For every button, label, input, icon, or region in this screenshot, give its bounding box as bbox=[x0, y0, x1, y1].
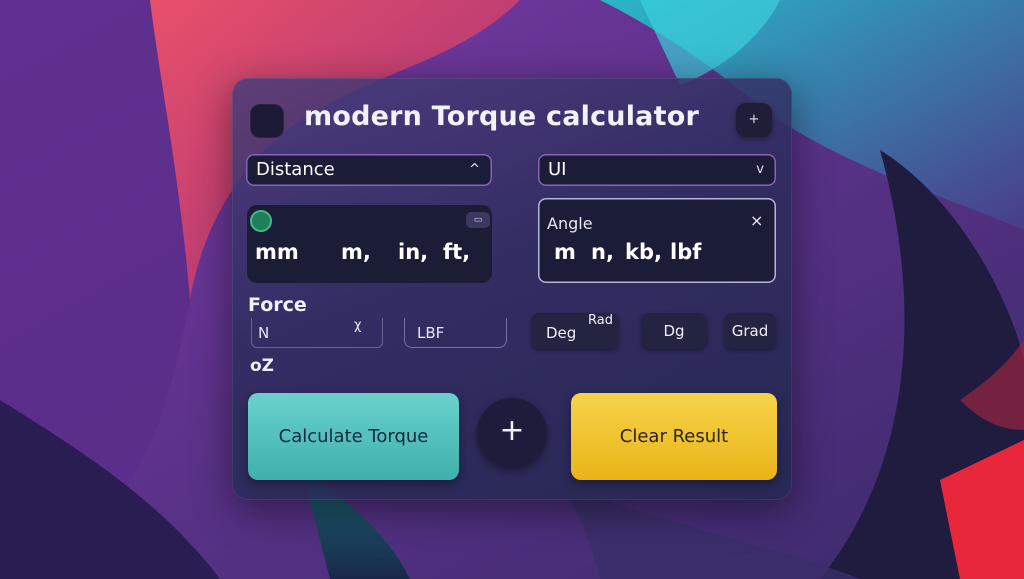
unit-option-oz[interactable]: oZ bbox=[250, 356, 274, 376]
angle-option-kb[interactable]: kb, bbox=[625, 240, 662, 264]
status-dot[interactable] bbox=[250, 210, 272, 232]
force-lbf-value: LBF bbox=[417, 324, 445, 342]
card-icon[interactable]: ▭ bbox=[466, 212, 490, 228]
chevron-up-icon: ^ bbox=[469, 162, 480, 177]
clear-result-button[interactable]: Clear Result bbox=[571, 393, 777, 480]
calculate-torque-button[interactable]: Calculate Torque bbox=[248, 393, 459, 480]
field-marker: χ bbox=[354, 318, 362, 333]
close-icon[interactable]: × bbox=[750, 211, 763, 230]
unit-option-mm[interactable]: mm bbox=[255, 240, 299, 264]
unit-option-m[interactable]: m, bbox=[341, 240, 371, 264]
angle-label: Angle bbox=[547, 214, 593, 233]
grad-button[interactable]: Grad bbox=[724, 313, 776, 349]
menu-button[interactable] bbox=[250, 104, 284, 138]
distance-select-value: Distance bbox=[256, 159, 335, 180]
deg-button[interactable]: Dg bbox=[641, 313, 707, 349]
deg-rad-main: Deg bbox=[546, 324, 577, 342]
add-button[interactable]: + bbox=[736, 103, 772, 137]
deg-rad-super: Rad bbox=[588, 313, 613, 328]
unit-select[interactable]: UI v bbox=[538, 154, 776, 186]
plus-button[interactable]: + bbox=[477, 398, 547, 468]
chevron-down-icon: v bbox=[756, 162, 764, 177]
force-n-value: N bbox=[258, 324, 270, 342]
angle-option-n[interactable]: n, bbox=[591, 240, 614, 264]
app-title: modern Torque calculator bbox=[304, 101, 699, 132]
deg-rad-toggle[interactable]: Deg Rad bbox=[531, 313, 619, 349]
unit-option-ft[interactable]: ft, bbox=[443, 240, 470, 264]
force-n-field[interactable]: N χ bbox=[251, 318, 383, 348]
unit-select-value: UI bbox=[548, 159, 567, 180]
unit-option-in[interactable]: in, bbox=[398, 240, 428, 264]
angle-option-lbf[interactable]: lbf bbox=[670, 240, 701, 264]
force-label: Force bbox=[248, 294, 307, 316]
angle-option-m[interactable]: m bbox=[554, 240, 576, 264]
force-lbf-field[interactable]: LBF bbox=[404, 318, 507, 348]
distance-select[interactable]: Distance ^ bbox=[246, 154, 492, 186]
